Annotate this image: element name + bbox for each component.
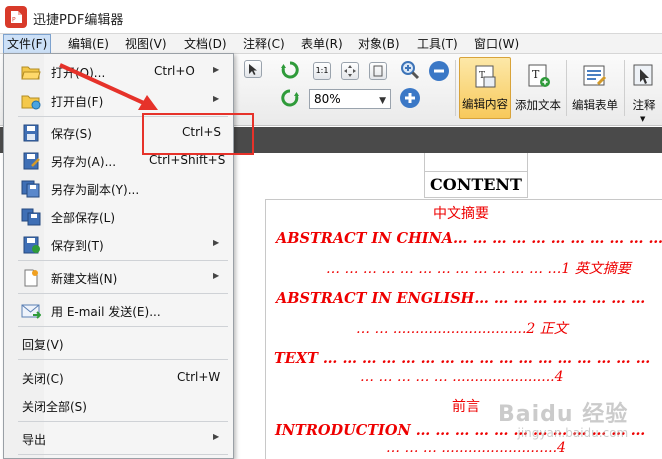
highlight-box: [142, 113, 254, 155]
annotation-overlay: [59, 63, 158, 110]
red-arrow-icon: [59, 63, 147, 106]
